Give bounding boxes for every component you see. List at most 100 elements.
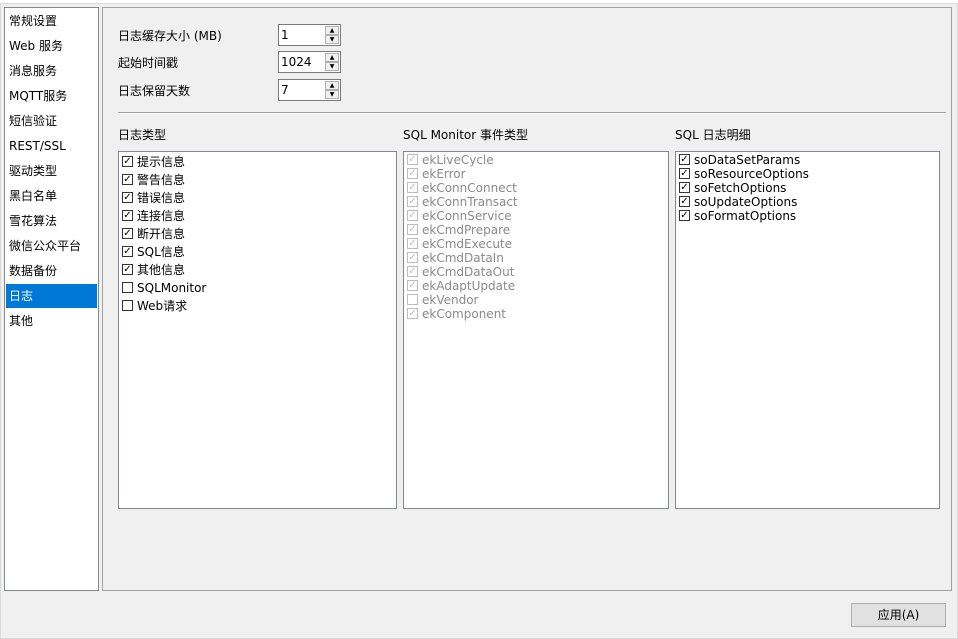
checkbox-label: 断开信息 xyxy=(137,227,186,241)
checkbox[interactable]: ✓ xyxy=(122,246,133,257)
sidebar-item[interactable]: Web 服务 xyxy=(6,34,97,58)
sidebar-item[interactable]: 雪花算法 xyxy=(6,209,97,233)
checkbox[interactable]: ✓ xyxy=(122,192,133,203)
cache-size-spin-buttons: ▲ ▼ xyxy=(325,26,339,44)
check-icon: ✓ xyxy=(680,210,689,221)
check-icon: ✓ xyxy=(408,196,417,207)
arrow-up-icon[interactable]: ▲ xyxy=(325,81,339,90)
cache-size-label: 日志缓存大小 (MB) xyxy=(118,29,222,43)
checkbox: ✓ xyxy=(407,252,418,263)
checkbox: ✓ xyxy=(407,238,418,249)
checkbox[interactable]: ✓ xyxy=(679,182,690,193)
checkbox[interactable] xyxy=(122,300,133,311)
start-time-spin-buttons: ▲ ▼ xyxy=(325,53,339,71)
check-icon: ✓ xyxy=(408,238,417,249)
check-icon: ✓ xyxy=(680,154,689,165)
checkbox[interactable]: ✓ xyxy=(122,156,133,167)
start-time-label: 起始时间戳 xyxy=(118,56,179,70)
sidebar-item[interactable]: 数据备份 xyxy=(6,259,97,283)
checkbox: ✓ xyxy=(407,168,418,179)
check-icon: ✓ xyxy=(680,168,689,179)
check-icon: ✓ xyxy=(408,280,417,291)
checkbox-label: 连接信息 xyxy=(137,209,186,223)
checkbox[interactable] xyxy=(122,282,133,293)
sql-monitor-events-title: SQL Monitor 事件类型 xyxy=(403,128,528,142)
checkbox[interactable]: ✓ xyxy=(679,154,690,165)
arrow-down-icon[interactable]: ▼ xyxy=(325,35,339,44)
checkbox[interactable]: ✓ xyxy=(679,168,690,179)
section-divider xyxy=(118,112,946,114)
check-icon: ✓ xyxy=(123,264,132,275)
checkbox-label: Web请求 xyxy=(137,299,188,313)
checkbox-label: soFormatOptions xyxy=(694,209,797,223)
sidebar-item[interactable]: MQTT服务 xyxy=(6,84,97,108)
title-strip xyxy=(0,0,958,4)
check-icon: ✓ xyxy=(408,182,417,193)
sidebar-item[interactable]: 日志 xyxy=(6,284,97,308)
sidebar-item[interactable]: 常规设置 xyxy=(6,9,97,33)
start-time-spinner[interactable]: 1024 ▲ ▼ xyxy=(278,51,341,73)
check-icon: ✓ xyxy=(408,168,417,179)
checkbox[interactable]: ✓ xyxy=(122,228,133,239)
sidebar-item[interactable]: 其他 xyxy=(6,309,97,333)
check-icon: ✓ xyxy=(123,228,132,239)
checkbox: ✓ xyxy=(407,196,418,207)
sidebar-item[interactable]: REST/SSL xyxy=(6,134,97,158)
sql-log-details-title: SQL 日志明细 xyxy=(675,128,751,142)
check-icon: ✓ xyxy=(680,196,689,207)
cache-size-spinner[interactable]: 1 ▲ ▼ xyxy=(278,24,341,46)
arrow-down-icon[interactable]: ▼ xyxy=(325,90,339,99)
checkbox-label: 其他信息 xyxy=(137,263,186,277)
checkbox: ✓ xyxy=(407,154,418,165)
checkbox-label: 提示信息 xyxy=(137,155,186,169)
checkbox[interactable]: ✓ xyxy=(122,174,133,185)
sql-log-details-list: ✓ soDataSetParams ✓ soResourceOptions ✓ soFet… xyxy=(675,151,940,509)
sidebar-item[interactable]: 驱动类型 xyxy=(6,159,97,183)
retention-days-spin-buttons: ▲ ▼ xyxy=(325,81,339,99)
sidebar: 常规设置 Web 服务 消息服务 MQTT服务 短信验证 REST/SSL 驱动类型 黑白名单… xyxy=(4,7,99,591)
start-time-value[interactable]: 1024 xyxy=(281,52,312,72)
checkbox: ✓ xyxy=(407,308,418,319)
log-types-title: 日志类型 xyxy=(118,128,167,142)
cache-size-value[interactable]: 1 xyxy=(281,25,289,45)
check-icon: ✓ xyxy=(408,252,417,263)
checkbox xyxy=(407,294,418,305)
sql-monitor-events-list: ✓ ekLiveCycle ✓ ekError ✓ ekConnConnect ✓ ekCon… xyxy=(403,151,669,509)
checkbox[interactable]: ✓ xyxy=(679,210,690,221)
checkbox-label: 错误信息 xyxy=(137,191,186,205)
arrow-down-icon[interactable]: ▼ xyxy=(325,62,339,71)
check-icon: ✓ xyxy=(123,192,132,203)
check-icon: ✓ xyxy=(408,224,417,235)
retention-days-spinner[interactable]: 7 ▲ ▼ xyxy=(278,79,341,101)
checkbox[interactable]: ✓ xyxy=(679,196,690,207)
arrow-up-icon[interactable]: ▲ xyxy=(325,26,339,35)
sidebar-item[interactable]: 短信验证 xyxy=(6,109,97,133)
check-icon: ✓ xyxy=(123,174,132,185)
checkbox: ✓ xyxy=(407,224,418,235)
sidebar-item[interactable]: 微信公众平台 xyxy=(6,234,97,258)
checkbox[interactable]: ✓ xyxy=(122,264,133,275)
check-icon: ✓ xyxy=(408,210,417,221)
apply-button[interactable]: 应用(A) xyxy=(851,603,946,627)
check-icon: ✓ xyxy=(408,154,417,165)
retention-days-label: 日志保留天数 xyxy=(118,84,191,98)
log-settings-panel: 日志缓存大小 (MB) 1 ▲ ▼ 起始时间戳 1024 ▲ ▼ 日志保留天数 … xyxy=(102,7,952,591)
sidebar-item[interactable]: 消息服务 xyxy=(6,59,97,83)
check-icon: ✓ xyxy=(123,246,132,257)
checkbox: ✓ xyxy=(407,280,418,291)
checkbox[interactable]: ✓ xyxy=(122,210,133,221)
checkbox-label: SQL信息 xyxy=(137,245,185,259)
check-icon: ✓ xyxy=(408,266,417,277)
arrow-up-icon[interactable]: ▲ xyxy=(325,53,339,62)
retention-days-value[interactable]: 7 xyxy=(281,80,289,100)
check-icon: ✓ xyxy=(123,156,132,167)
log-types-list: ✓ 提示信息 ✓ 警告信息 ✓ 错误信息 ✓ 连接信息 ✓ 断开信息 ✓ SQL信息 ✓ 其他信息 SQLM… xyxy=(118,151,397,509)
checkbox-label: ekComponent xyxy=(422,307,506,321)
checkbox-label: SQLMonitor xyxy=(137,281,207,295)
checkbox: ✓ xyxy=(407,182,418,193)
sidebar-item[interactable]: 黑白名单 xyxy=(6,184,97,208)
check-icon: ✓ xyxy=(123,210,132,221)
check-icon: ✓ xyxy=(408,308,417,319)
checkbox: ✓ xyxy=(407,266,418,277)
checkbox: ✓ xyxy=(407,210,418,221)
